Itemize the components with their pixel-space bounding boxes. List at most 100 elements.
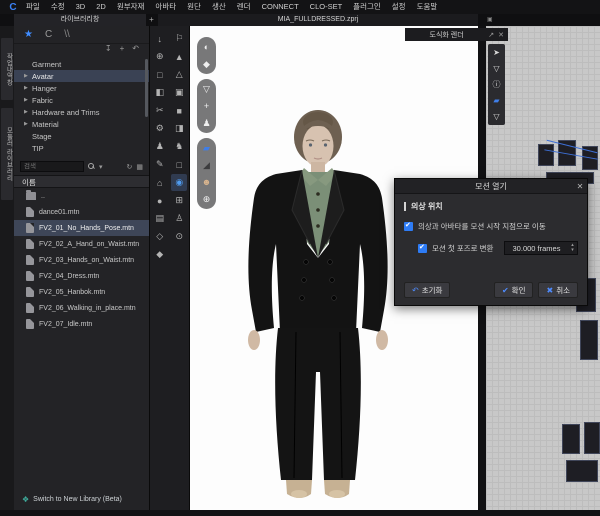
tool-button[interactable]: □ (171, 156, 187, 173)
history-panel-vtab[interactable]: 작업내역창 (1, 38, 13, 100)
tool-button[interactable]: ■ (171, 102, 187, 119)
library-action-icon[interactable]: ↶ (132, 44, 139, 57)
pattern-piece[interactable] (566, 460, 598, 482)
view-toggle-icon[interactable]: ▽ (199, 82, 214, 96)
expand-arrow-icon[interactable]: ▶ (24, 73, 32, 79)
library-tree-item[interactable]: Stage (14, 130, 149, 142)
menu-item[interactable]: 2D (96, 0, 106, 14)
file-list-item[interactable]: FV2_04_Dress.mtn (14, 268, 149, 284)
close-icon[interactable]: ✕ (573, 182, 587, 191)
tool-button[interactable]: ◆ (152, 246, 168, 263)
tool-button[interactable]: ⚐ (171, 30, 187, 47)
search-caret-icon[interactable]: ▾ (99, 163, 103, 171)
modular-library-vtab[interactable]: 모듈러 라이브러리 (1, 108, 13, 200)
tool-button[interactable]: ◨ (171, 120, 187, 137)
pattern-piece[interactable] (562, 424, 580, 454)
tool-button[interactable]: ♞ (171, 138, 187, 155)
library-tree-item[interactable]: ▶ Avatar (14, 70, 149, 82)
ok-button[interactable]: ✔ 확인 (494, 282, 534, 298)
menu-item[interactable]: 도움말 (417, 0, 438, 14)
name-column-header[interactable]: 이름 (14, 175, 149, 188)
file-list-item[interactable]: FV2_01_No_Hands_Pose.mtn (14, 220, 149, 236)
menu-item[interactable]: CLO-SET (310, 0, 343, 14)
menu-item[interactable]: 설정 (392, 0, 406, 14)
library-tree-item[interactable]: TIP (14, 142, 149, 154)
close-icon[interactable]: ✕ (498, 31, 504, 39)
dialog-title-bar[interactable]: 모션 열기 ✕ (395, 179, 587, 194)
reset-button[interactable]: ↶ 초기화 (404, 282, 450, 298)
tool-button[interactable]: ✎ (152, 156, 168, 173)
menu-item[interactable]: 아바타 (155, 0, 176, 14)
pattern-tool-icon[interactable]: ▽ (493, 63, 499, 74)
view-toggle-icon[interactable]: ◐ (199, 40, 214, 54)
tool-button[interactable]: △ (171, 66, 187, 83)
switch-library-link[interactable]: ❖ Switch to New Library (Beta) (14, 495, 149, 504)
menu-item[interactable]: 생산 (212, 0, 226, 14)
menu-item[interactable]: 원단 (187, 0, 201, 14)
cancel-button[interactable]: ✖ 취소 (538, 282, 578, 298)
tool-button[interactable]: ◉ (171, 174, 187, 191)
library-tree-item[interactable]: ▶ Material (14, 118, 149, 130)
file-list-item[interactable]: FV2_06_Walking_in_place.mtn (14, 300, 149, 316)
library-tab-icon[interactable]: ★ (24, 29, 33, 40)
pattern-panel-tab[interactable]: 도식화 렌더 ↗ ✕ (405, 28, 508, 41)
file-list-item[interactable]: FV2_03_Hands_on_Waist.mtn (14, 252, 149, 268)
tool-button[interactable]: ▣ (171, 84, 187, 101)
tool-button[interactable]: ⚙ (152, 120, 168, 137)
avatar-model[interactable] (190, 110, 448, 510)
pattern-tool-icon[interactable]: ⓘ (493, 79, 501, 90)
menu-item[interactable]: 플러그인 (353, 0, 381, 14)
file-list-item[interactable]: FV2_07_Idle.mtn (14, 316, 149, 332)
tool-button[interactable]: ♙ (171, 210, 187, 227)
menu-item[interactable]: 3D (76, 0, 86, 14)
expand-arrow-icon[interactable]: ▶ (24, 85, 32, 91)
pattern-tool-icon[interactable]: ▽ (493, 111, 499, 122)
tool-button[interactable]: □ (152, 66, 168, 83)
menu-item[interactable]: CONNECT (262, 0, 299, 14)
file-list-item[interactable]: .. (14, 188, 149, 204)
pattern-piece[interactable] (580, 320, 598, 360)
tool-button[interactable]: ⊞ (171, 192, 187, 209)
frames-spinner[interactable]: 30.000 frames ▴▾ (504, 241, 578, 255)
menu-item[interactable]: 원부자재 (117, 0, 145, 14)
search-icon[interactable] (88, 163, 95, 170)
library-action-icon[interactable]: + (120, 44, 125, 57)
tool-button[interactable]: ⊙ (171, 228, 187, 245)
pattern-piece[interactable] (584, 422, 600, 454)
library-tab-icon[interactable]: \\ (64, 29, 70, 40)
library-tree-item[interactable]: Garment (14, 58, 149, 70)
refresh-icon[interactable]: ↻ (127, 163, 133, 171)
expand-arrow-icon[interactable]: ▶ (24, 109, 32, 115)
search-input[interactable] (20, 161, 84, 172)
tool-button[interactable]: ◇ (152, 228, 168, 245)
file-list-item[interactable]: FV2_05_Hanbok.mtn (14, 284, 149, 300)
pattern-tool-icon[interactable]: ▰ (493, 95, 499, 106)
tree-scrollbar[interactable] (145, 59, 148, 117)
tool-button[interactable]: ✂ (152, 102, 168, 119)
tool-button[interactable]: ⌂ (152, 174, 168, 191)
library-tree-item[interactable]: ▶ Hardware and Trims (14, 106, 149, 118)
library-tab-icon[interactable]: C (45, 29, 52, 40)
library-panel-tab[interactable]: 라이브러리창 (14, 14, 146, 26)
tool-button[interactable]: ▲ (171, 48, 187, 65)
expand-arrow-icon[interactable]: ▶ (24, 97, 32, 103)
tool-button[interactable]: ⊕ (152, 48, 168, 65)
tool-button[interactable]: ● (152, 192, 168, 209)
library-tree-item[interactable]: ▶ Hanger (14, 82, 149, 94)
pattern-piece[interactable] (538, 144, 554, 166)
expand-arrow-icon[interactable]: ▶ (24, 121, 32, 127)
frames-value[interactable]: 30.000 frames (505, 244, 568, 253)
menu-item[interactable]: 수정 (51, 0, 65, 14)
menu-item[interactable]: 파일 (26, 0, 40, 14)
first-pose-checkbox[interactable] (418, 244, 427, 253)
tool-button[interactable]: ♟ (152, 138, 168, 155)
undock-icon[interactable]: ▣ (487, 16, 493, 23)
menu-item[interactable]: 렌더 (237, 0, 251, 14)
view-toggle-icon[interactable]: ◆ (199, 57, 214, 71)
file-list-item[interactable]: FV2_02_A_Hand_on_Waist.mtn (14, 236, 149, 252)
view-mode-icon[interactable]: ▦ (136, 163, 143, 171)
spinner-arrows[interactable]: ▴▾ (568, 243, 577, 253)
tool-button[interactable]: ◧ (152, 84, 168, 101)
library-action-icon[interactable]: ↧ (105, 44, 112, 57)
undock-icon[interactable]: ↗ (488, 31, 494, 39)
